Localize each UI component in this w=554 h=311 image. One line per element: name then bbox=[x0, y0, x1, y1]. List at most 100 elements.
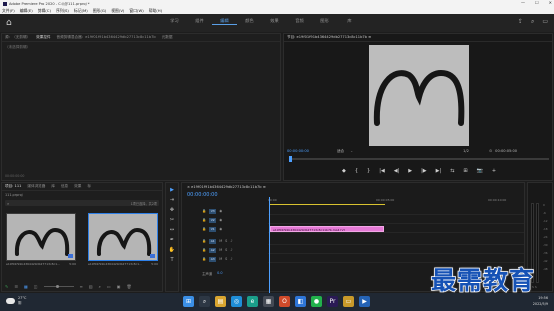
project-item[interactable]: e19f01f91b4364429db27713c8c1... 5:00 bbox=[6, 213, 76, 271]
menu-file[interactable]: 文件(F) bbox=[2, 8, 15, 14]
master-volume[interactable]: 0.0 bbox=[217, 271, 222, 276]
tab-effect-controls[interactable]: 效果控件 bbox=[36, 35, 50, 40]
track-name[interactable]: V2 bbox=[209, 217, 217, 223]
premiere-icon[interactable]: Pr bbox=[327, 296, 338, 307]
automate-icon[interactable]: ▥ bbox=[89, 284, 93, 289]
mic-icon[interactable]: ♪ bbox=[230, 257, 232, 261]
menu-sequence[interactable]: 序列(S) bbox=[56, 8, 69, 14]
program-scrub-bar[interactable] bbox=[289, 156, 549, 162]
photo-icon[interactable]: ◧ bbox=[295, 296, 306, 307]
mic-icon[interactable]: ♪ bbox=[230, 248, 232, 252]
find-icon[interactable]: ⌕ bbox=[99, 284, 101, 289]
trash-icon[interactable]: 🗑 bbox=[126, 284, 131, 289]
project-item[interactable]: e19f01f91b4364429db27713c8c1... 5:00 bbox=[88, 213, 158, 271]
selection-tool-icon[interactable]: ▶ bbox=[170, 187, 174, 193]
lock-icon[interactable]: 🔒 bbox=[202, 218, 206, 222]
track-name[interactable]: A1 bbox=[209, 238, 217, 244]
maximize-button[interactable]: ☐ bbox=[535, 0, 539, 5]
go-to-out-button[interactable]: ▶| bbox=[436, 168, 442, 174]
workspace-tab-learn[interactable]: 学习 bbox=[162, 18, 187, 25]
timeline-timecode[interactable]: 00:00:00:00 bbox=[187, 192, 218, 198]
lift-button[interactable]: ⇆ bbox=[450, 168, 454, 174]
extract-button[interactable]: ⊞ bbox=[463, 168, 467, 174]
track-lane[interactable] bbox=[268, 246, 524, 254]
workspace-tab-libraries[interactable]: 库 bbox=[337, 18, 362, 25]
mark-out-button[interactable]: } bbox=[367, 168, 370, 174]
project-search-input[interactable]: ⌕ 1项已选择，共2项 bbox=[5, 200, 159, 206]
track-lane[interactable] bbox=[268, 216, 524, 224]
menu-clip[interactable]: 剪辑(C) bbox=[38, 8, 51, 14]
workspace-tab-editing[interactable]: 编辑 bbox=[212, 18, 237, 25]
lock-icon[interactable]: 🔒 bbox=[202, 239, 206, 243]
play-button[interactable]: ▶ bbox=[408, 168, 412, 174]
solo-button[interactable]: S bbox=[225, 248, 227, 252]
workspace-tab-effects[interactable]: 效果 bbox=[262, 18, 287, 25]
wrench-icon[interactable]: ⚙ bbox=[489, 149, 492, 153]
ripple-edit-tool-icon[interactable]: ✥ bbox=[170, 207, 174, 213]
export-icon[interactable]: ⇪ bbox=[518, 18, 523, 26]
program-timecode[interactable]: 00:00:00:00 bbox=[287, 149, 309, 153]
track-name[interactable]: V1 bbox=[209, 226, 217, 232]
menu-view[interactable]: 视图(V) bbox=[111, 8, 124, 14]
mute-button[interactable]: M bbox=[219, 239, 222, 243]
icon-view-icon[interactable]: ▦ bbox=[24, 284, 28, 289]
timeline-playhead[interactable] bbox=[269, 197, 270, 293]
menu-edit[interactable]: 编辑(E) bbox=[20, 8, 33, 14]
sort-icon[interactable]: ≡ bbox=[80, 284, 83, 289]
track-lane[interactable]: e19f01f91b4364429db27713c8c11b7b.mp4 [V] bbox=[268, 225, 524, 233]
menu-marker[interactable]: 标记(M) bbox=[74, 8, 88, 14]
work-area-bar[interactable] bbox=[269, 204, 385, 205]
add-marker-button[interactable]: ◆ bbox=[342, 168, 346, 174]
folder-icon[interactable]: ▭ bbox=[343, 296, 354, 307]
workspace-tab-color[interactable]: 颜色 bbox=[237, 18, 262, 25]
weather-widget[interactable]: 27°C 阴 bbox=[6, 296, 26, 306]
tab-effects[interactable]: 效果 bbox=[74, 184, 81, 189]
lock-icon[interactable]: 🔒 bbox=[202, 248, 206, 252]
lock-icon[interactable]: 🔒 bbox=[202, 257, 206, 261]
tab-source[interactable]: 源：（无剪辑） bbox=[5, 35, 30, 40]
razor-tool-icon[interactable]: ✂ bbox=[170, 217, 174, 223]
workspace-tab-audio[interactable]: 音频 bbox=[287, 18, 312, 25]
home-icon[interactable]: ⌂ bbox=[6, 18, 16, 28]
track-lane[interactable] bbox=[268, 237, 524, 245]
tab-media-browser[interactable]: 媒体浏览器 bbox=[27, 184, 45, 189]
media-icon[interactable]: ▶ bbox=[359, 296, 370, 307]
new-bin-icon[interactable]: ▭ bbox=[107, 284, 111, 289]
hand-tool-icon[interactable]: ✋ bbox=[169, 247, 175, 253]
clip-thumbnail[interactable] bbox=[88, 213, 158, 261]
track-lane[interactable] bbox=[268, 207, 524, 215]
chevron-down-icon[interactable]: ⌄ bbox=[350, 149, 353, 153]
add-button[interactable]: + bbox=[492, 168, 496, 174]
minimize-button[interactable]: — bbox=[521, 0, 525, 5]
pen-tool-icon[interactable]: ✒ bbox=[170, 237, 174, 243]
workspace-tab-assembly[interactable]: 组件 bbox=[187, 18, 212, 25]
mark-in-button[interactable]: { bbox=[355, 168, 358, 174]
edge-icon[interactable]: e bbox=[247, 296, 258, 307]
eye-icon[interactable]: ◉ bbox=[219, 209, 222, 213]
menu-help[interactable]: 帮助(H) bbox=[149, 8, 162, 14]
zoom-slider-handle[interactable] bbox=[55, 285, 59, 288]
track-select-tool-icon[interactable]: ⇥ bbox=[170, 197, 174, 203]
track-name[interactable]: A2 bbox=[209, 247, 217, 253]
search-icon[interactable]: ⌕ bbox=[531, 18, 534, 26]
track-name[interactable]: A3 bbox=[209, 256, 217, 262]
office-icon[interactable]: O bbox=[279, 296, 290, 307]
browser-icon[interactable]: ◎ bbox=[231, 296, 242, 307]
clock-date[interactable]: 2022/5/9 bbox=[533, 301, 548, 307]
step-back-button[interactable]: ◀| bbox=[394, 168, 400, 174]
new-item-icon[interactable]: ▣ bbox=[117, 284, 121, 289]
explorer-icon[interactable]: ▤ bbox=[215, 296, 226, 307]
fit-dropdown[interactable]: 适合 bbox=[337, 149, 344, 154]
resolution-dropdown[interactable]: 1/2 bbox=[463, 149, 469, 153]
eye-icon[interactable]: ◉ bbox=[219, 227, 222, 231]
clip-thumbnail[interactable] bbox=[6, 213, 76, 261]
tab-project[interactable]: 项目: 111 bbox=[5, 184, 21, 189]
timeline-clip[interactable]: e19f01f91b4364429db27713c8c11b7b.mp4 [V] bbox=[270, 226, 384, 232]
timeline-ruler[interactable]: 00:00 00:00:05:00 00:00:10:00 bbox=[268, 197, 524, 206]
slip-tool-icon[interactable]: ↔ bbox=[170, 227, 174, 233]
mic-icon[interactable]: ♪ bbox=[230, 239, 232, 243]
list-view-icon[interactable]: ☰ bbox=[14, 284, 18, 289]
solo-button[interactable]: S bbox=[225, 239, 227, 243]
tab-audio-clip-mixer[interactable]: 音频剪辑混合器：e19f01f91b4364429db27713c8c11b7b bbox=[57, 35, 156, 40]
lock-icon[interactable]: 🔒 bbox=[202, 209, 206, 213]
